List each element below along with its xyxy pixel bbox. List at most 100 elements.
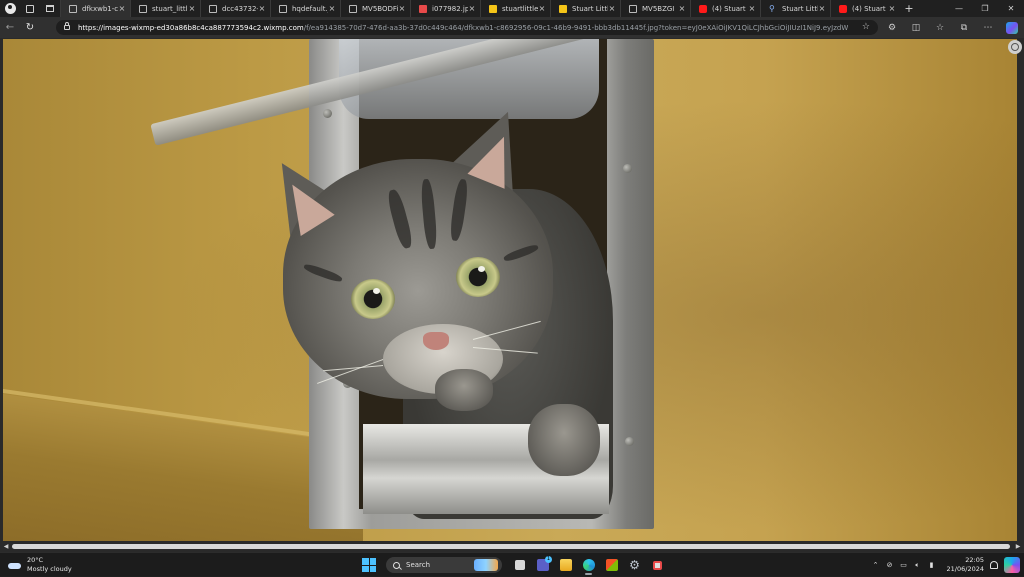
horizontal-scrollbar[interactable]: ◀ ▶ — [0, 541, 1024, 552]
extensions-icon[interactable]: ⚙ — [880, 17, 904, 38]
taskbar-search[interactable]: Search — [386, 557, 502, 573]
tab-title: stuartlittle — [502, 4, 538, 13]
doc-icon — [69, 4, 77, 13]
teams-button[interactable]: 1 — [531, 555, 554, 575]
imdb-icon — [559, 4, 567, 13]
close-tab-icon[interactable]: × — [258, 4, 266, 13]
new-tab-button[interactable]: + — [900, 2, 918, 15]
page-viewport: ◀ ▶ — [0, 38, 1024, 552]
chevron-up-icon[interactable]: ⌃ — [869, 553, 883, 577]
close-tab-icon[interactable]: × — [188, 4, 196, 13]
tab-2[interactable]: dcc43732-f × — [200, 0, 270, 17]
snipping-tool-icon — [653, 560, 662, 570]
cat-eye-right — [456, 257, 500, 297]
volume-icon[interactable]: 🔈︎ — [911, 553, 925, 577]
tab-1[interactable]: stuart_little × — [130, 0, 200, 17]
minimize-icon[interactable]: — — [946, 0, 972, 17]
profile-button[interactable] — [0, 0, 20, 17]
tab-title: stuart_little — [152, 4, 188, 13]
close-tab-icon[interactable]: × — [748, 4, 756, 13]
more-menu-icon[interactable]: ⋯ — [976, 17, 1000, 38]
workspaces-button[interactable] — [20, 0, 40, 17]
search-icon: ⚲ — [769, 3, 775, 13]
edge-button[interactable] — [577, 555, 600, 575]
tab-5[interactable]: i077982.jpg× — [410, 0, 480, 17]
close-tab-icon[interactable]: × — [398, 4, 406, 13]
snipping-tool-button[interactable] — [646, 555, 669, 575]
screw — [323, 109, 332, 118]
tab-actions-button[interactable] — [40, 0, 60, 17]
tab-11[interactable]: (4) Stuart Li× — [830, 0, 900, 17]
start-button[interactable] — [362, 558, 376, 572]
system-tray: ⌃ ⊘ ▭ 🔈︎ ▮ 22:05 21/06/2024 — [869, 553, 1024, 577]
task-view-button[interactable] — [508, 555, 531, 575]
doc-icon — [279, 4, 287, 13]
clock-time: 22:05 — [965, 556, 984, 564]
gear-icon: ⚙ — [629, 558, 640, 572]
search-highlight-icon — [474, 559, 498, 571]
favorite-star-icon[interactable]: ☆ — [862, 22, 870, 32]
notification-bell-icon[interactable] — [990, 561, 998, 569]
tab-8[interactable]: MV5BZGI × — [620, 0, 690, 17]
settings-button[interactable]: ⚙ — [623, 555, 646, 575]
tab-strip: dfkxwb1-c × stuart_little × dcc43732-f × hq… — [0, 0, 1024, 17]
collections-icon[interactable]: ⧉ — [952, 17, 976, 38]
close-tab-icon[interactable]: × — [888, 4, 896, 13]
close-tab-icon[interactable]: × — [118, 4, 126, 13]
battery-icon[interactable]: ▮ — [925, 553, 939, 577]
split-screen-icon[interactable]: ◫ — [904, 17, 928, 38]
scroll-right-icon[interactable]: ▶ — [1014, 543, 1022, 550]
weather-widget[interactable]: 20°C Mostly cloudy — [8, 556, 72, 574]
tab-10[interactable]: ⚲ Stuart Little× — [760, 0, 830, 17]
restore-icon[interactable]: ❐ — [972, 0, 998, 17]
url-text[interactable]: https://images-wixmp-ed30a86b8c4ca887773… — [78, 24, 848, 32]
profile-icon — [4, 3, 16, 14]
tab-4[interactable]: MV5BODFi × — [340, 0, 410, 17]
tab-title: dcc43732-f — [222, 4, 258, 13]
cat-eye-left — [351, 279, 395, 319]
scrollbar-thumb[interactable] — [12, 544, 1010, 549]
weather-temp: 20°C — [27, 556, 44, 564]
tab-title: Stuart Little — [782, 4, 818, 13]
taskbar-center: Search 1 ⚙ — [362, 555, 669, 575]
tab-title: dfkxwb1-c — [82, 4, 118, 13]
tab-0[interactable]: dfkxwb1-c × — [60, 0, 130, 17]
close-tab-icon[interactable]: × — [538, 4, 546, 13]
close-tab-icon[interactable]: × — [328, 4, 336, 13]
network-off-icon[interactable]: ⊘ — [883, 553, 897, 577]
tab-7[interactable]: Stuart Little× — [550, 0, 620, 17]
store-button[interactable] — [600, 555, 623, 575]
tab-6[interactable]: stuartlittle × — [480, 0, 550, 17]
close-tab-icon[interactable]: × — [608, 4, 616, 13]
close-tab-icon[interactable]: × — [678, 4, 686, 13]
close-tab-icon[interactable]: × — [468, 4, 476, 13]
back-button[interactable]: ← — [0, 17, 20, 38]
copilot-button[interactable] — [1000, 17, 1024, 38]
close-tab-icon[interactable]: × — [818, 4, 826, 13]
doc-icon — [349, 4, 357, 13]
scroll-left-icon[interactable]: ◀ — [2, 543, 10, 550]
back-arrow-icon: ← — [5, 22, 15, 33]
doc-icon — [139, 4, 147, 13]
clock-date: 21/06/2024 — [946, 565, 984, 573]
visual-search-button[interactable] — [1008, 40, 1022, 54]
tab-3[interactable]: hqdefault.jp× — [270, 0, 340, 17]
search-icon — [393, 561, 400, 569]
refresh-button[interactable]: ↻ — [20, 17, 40, 38]
tab-title: (4) Stuart Li — [712, 4, 748, 13]
running-indicator — [585, 573, 592, 575]
cloud-icon — [8, 560, 22, 570]
tab-title: MV5BODFi — [362, 4, 398, 13]
display-icon[interactable]: ▭ — [897, 553, 911, 577]
copilot-tray-icon[interactable] — [1004, 557, 1020, 573]
youtube-icon — [699, 4, 707, 13]
lock-icon[interactable] — [64, 22, 70, 30]
url-host: https://images-wixmp-ed30a86b8c4ca887773… — [78, 23, 304, 32]
tab-title: Stuart Little — [572, 4, 608, 13]
clock[interactable]: 22:05 21/06/2024 — [947, 556, 984, 574]
address-bar[interactable]: https://images-wixmp-ed30a86b8c4ca887773… — [56, 20, 878, 35]
close-window-icon[interactable]: ✕ — [998, 0, 1024, 17]
tab-9[interactable]: (4) Stuart Li× — [690, 0, 760, 17]
file-explorer-button[interactable] — [554, 555, 577, 575]
favorites-icon[interactable]: ☆ — [928, 17, 952, 38]
